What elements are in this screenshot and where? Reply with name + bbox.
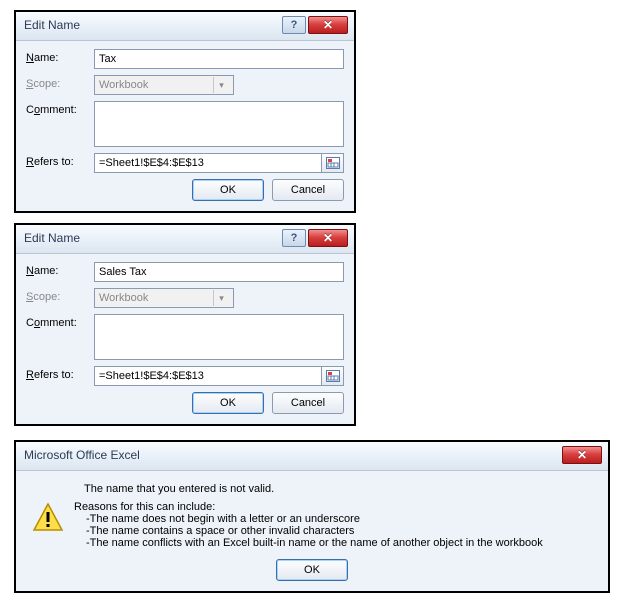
titlebar: Edit Name ? ✕ xyxy=(16,225,354,254)
ok-button[interactable]: OK xyxy=(276,559,348,581)
refers-to-label: Refers to: xyxy=(26,366,94,381)
chevron-down-icon: ▾ xyxy=(213,290,229,306)
error-reasons: Reasons for this can include: -The name … xyxy=(74,501,592,549)
name-input[interactable] xyxy=(94,49,344,69)
edit-name-dialog-1: Edit Name ? ✕ Name: Scope: Workbook ▾ Co… xyxy=(14,10,356,213)
refers-to-input[interactable] xyxy=(95,154,321,172)
scope-combo: Workbook ▾ xyxy=(94,288,234,308)
help-button[interactable]: ? xyxy=(282,229,306,247)
close-button[interactable]: ✕ xyxy=(308,16,348,34)
dialog-title: Microsoft Office Excel xyxy=(24,448,562,462)
reason-1: -The name does not begin with a letter o… xyxy=(86,513,592,525)
refers-to-input[interactable] xyxy=(95,367,321,385)
reason-2: -The name contains a space or other inva… xyxy=(86,525,592,537)
range-selector-icon xyxy=(326,157,340,169)
ok-button[interactable]: OK xyxy=(192,392,264,414)
help-button[interactable]: ? xyxy=(282,16,306,34)
dialog-title: Edit Name xyxy=(24,231,282,245)
reason-3: -The name conflicts with an Excel built-… xyxy=(86,537,592,549)
comment-input[interactable] xyxy=(94,101,344,147)
dialog-title: Edit Name xyxy=(24,18,282,32)
name-label: Name: xyxy=(26,262,94,277)
cancel-button[interactable]: Cancel xyxy=(272,179,344,201)
warning-icon xyxy=(32,501,64,533)
close-button[interactable]: ✕ xyxy=(308,229,348,247)
comment-label: Comment: xyxy=(26,314,94,329)
ok-button[interactable]: OK xyxy=(192,179,264,201)
close-button[interactable]: ✕ xyxy=(562,446,602,464)
titlebar: Microsoft Office Excel ✕ xyxy=(16,442,608,471)
range-selector-button[interactable] xyxy=(321,154,343,172)
scope-label: Scope: xyxy=(26,288,94,303)
name-input[interactable] xyxy=(94,262,344,282)
comment-label: Comment: xyxy=(26,101,94,116)
comment-input[interactable] xyxy=(94,314,344,360)
cancel-button[interactable]: Cancel xyxy=(272,392,344,414)
error-message-dialog: Microsoft Office Excel ✕ The name that y… xyxy=(14,440,610,593)
scope-value: Workbook xyxy=(99,292,148,304)
edit-name-dialog-2: Edit Name ? ✕ Name: Scope: Workbook ▾ Co… xyxy=(14,223,356,426)
refers-to-label: Refers to: xyxy=(26,153,94,168)
chevron-down-icon: ▾ xyxy=(213,77,229,93)
error-main-text: The name that you entered is not valid. xyxy=(84,483,592,495)
scope-label: Scope: xyxy=(26,75,94,90)
scope-combo: Workbook ▾ xyxy=(94,75,234,95)
range-selector-icon xyxy=(326,370,340,382)
name-label: Name: xyxy=(26,49,94,64)
reasons-header: Reasons for this can include: xyxy=(74,501,592,513)
titlebar: Edit Name ? ✕ xyxy=(16,12,354,41)
range-selector-button[interactable] xyxy=(321,367,343,385)
scope-value: Workbook xyxy=(99,79,148,91)
